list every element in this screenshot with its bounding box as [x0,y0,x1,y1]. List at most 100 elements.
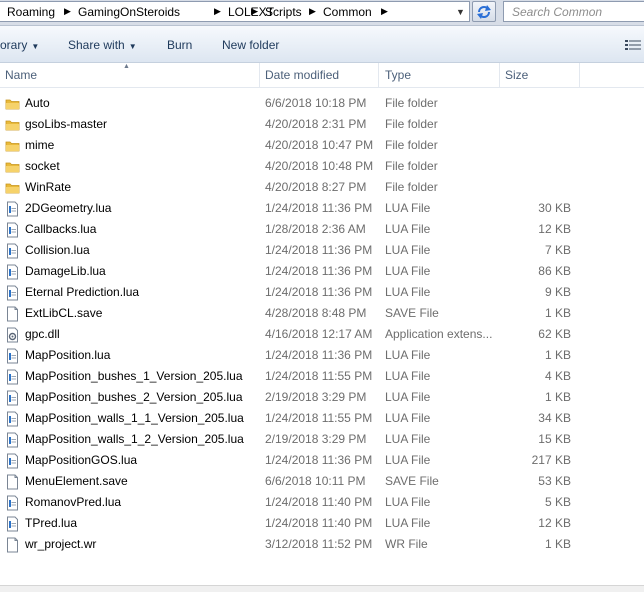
file-date-modified: 2/19/2018 3:29 PM [265,390,367,404]
folder-icon [5,159,20,175]
file-name: Auto [25,96,50,110]
chevron-right-icon[interactable]: ▶ [381,6,388,17]
folder-icon [5,117,20,133]
breadcrumb-scripts[interactable]: Scripts [265,5,302,19]
file-row[interactable]: Collision.lua 1/24/2018 11:36 PM LUA Fil… [0,240,644,261]
column-divider[interactable] [259,63,260,87]
file-type: LUA File [385,390,431,404]
file-date-modified: 1/24/2018 11:40 PM [265,495,373,509]
file-name: socket [25,159,60,173]
column-header-name[interactable]: Name [5,68,37,82]
file-type: LUA File [385,432,431,446]
file-row[interactable]: DamageLib.lua 1/24/2018 11:36 PM LUA Fil… [0,261,644,282]
lua-file-icon [5,222,20,238]
folder-icon [5,96,20,112]
lua-file-icon [5,495,20,511]
file-type: LUA File [385,411,431,425]
file-size: 12 KB [538,222,571,236]
file-name: Eternal Prediction.lua [25,285,140,299]
include-in-library-button[interactable]: orary ▼ [0,38,39,52]
lua-file-icon [5,390,20,406]
lua-file-icon [5,369,20,385]
file-name: mime [25,138,55,152]
file-type: LUA File [385,453,431,467]
file-size: 1 KB [544,306,571,320]
file-row[interactable]: Callbacks.lua 1/28/2018 2:36 AM LUA File… [0,219,644,240]
burn-button[interactable]: Burn [167,38,192,52]
file-type: SAVE File [385,306,439,320]
file-row[interactable]: ExtLibCL.save 4/28/2018 8:48 PM SAVE Fil… [0,303,644,324]
view-options-icon[interactable] [625,39,641,51]
breadcrumb-gamingonsteroids[interactable]: GamingOnSteroids [78,5,180,19]
refresh-button[interactable] [472,1,496,22]
file-date-modified: 4/20/2018 10:47 PM [265,138,374,152]
column-header-type[interactable]: Type [385,68,411,82]
file-date-modified: 1/24/2018 11:36 PM [265,285,373,299]
file-row[interactable]: WinRate 4/20/2018 8:27 PM File folder [0,177,644,198]
file-date-modified: 2/19/2018 3:29 PM [265,432,367,446]
file-row[interactable]: MapPositionGOS.lua 1/24/2018 11:36 PM LU… [0,450,644,471]
lua-file-icon [5,264,20,280]
lua-file-icon [5,432,20,448]
share-with-button[interactable]: Share with ▼ [68,38,137,52]
file-row[interactable]: gpc.dll 4/16/2018 12:17 AM Application e… [0,324,644,345]
file-row[interactable]: MapPosition.lua 1/24/2018 11:36 PM LUA F… [0,345,644,366]
file-row[interactable]: Eternal Prediction.lua 1/24/2018 11:36 P… [0,282,644,303]
file-date-modified: 4/20/2018 8:27 PM [265,180,367,194]
file-size: 15 KB [538,432,571,446]
file-date-modified: 4/28/2018 8:48 PM [265,306,367,320]
refresh-icon [477,5,491,19]
file-name: MapPosition_bushes_2_Version_205.lua [25,390,243,404]
file-row[interactable]: MenuElement.save 6/6/2018 10:11 PM SAVE … [0,471,644,492]
file-row[interactable]: mime 4/20/2018 10:47 PM File folder [0,135,644,156]
column-divider[interactable] [579,63,580,87]
share-with-label: Share with [68,38,125,52]
column-divider[interactable] [499,63,500,87]
file-row[interactable]: MapPosition_walls_1_2_Version_205.lua 2/… [0,429,644,450]
breadcrumb-common[interactable]: Common [323,5,372,19]
new-folder-button[interactable]: New folder [222,38,279,52]
file-type: File folder [385,159,438,173]
chevron-right-icon[interactable]: ▶ [251,6,258,17]
lua-file-icon [5,285,20,301]
column-header-size[interactable]: Size [505,68,528,82]
file-type: LUA File [385,222,431,236]
file-row[interactable]: Auto 6/6/2018 10:18 PM File folder [0,93,644,114]
file-date-modified: 3/12/2018 11:52 PM [265,537,373,551]
address-dropdown-icon[interactable]: ▼ [456,7,465,17]
dll-gear-icon [5,327,20,343]
file-row[interactable]: MapPosition_walls_1_1_Version_205.lua 1/… [0,408,644,429]
column-header-date-modified[interactable]: Date modified [265,68,339,82]
file-date-modified: 1/28/2018 2:36 AM [265,222,366,236]
chevron-right-icon[interactable]: ▶ [214,6,221,17]
file-row[interactable]: MapPosition_bushes_1_Version_205.lua 1/2… [0,366,644,387]
dropdown-arrow-icon: ▼ [128,42,137,51]
file-row[interactable]: RomanovPred.lua 1/24/2018 11:40 PM LUA F… [0,492,644,513]
file-type: LUA File [385,369,431,383]
file-name: MapPositionGOS.lua [25,453,138,467]
chevron-right-icon[interactable]: ▶ [309,6,316,17]
search-box[interactable]: Search Common [503,1,644,22]
file-row[interactable]: MapPosition_bushes_2_Version_205.lua 2/1… [0,387,644,408]
folder-icon [5,180,20,196]
breadcrumb-roaming[interactable]: Roaming [7,5,55,19]
column-divider[interactable] [378,63,379,87]
file-date-modified: 1/24/2018 11:36 PM [265,453,373,467]
file-row[interactable]: wr_project.wr 3/12/2018 11:52 PM WR File… [0,534,644,555]
file-row[interactable]: TPred.lua 1/24/2018 11:40 PM LUA File 12… [0,513,644,534]
file-date-modified: 6/6/2018 10:18 PM [265,96,367,110]
file-row[interactable]: gsoLibs-master 4/20/2018 2:31 PM File fo… [0,114,644,135]
dropdown-arrow-icon: ▼ [31,42,40,51]
file-type: File folder [385,138,438,152]
include-in-library-label: orary [0,38,28,52]
chevron-right-icon[interactable]: ▶ [64,6,71,17]
file-name: MapPosition_walls_1_1_Version_205.lua [25,411,244,425]
breadcrumb[interactable]: Roaming ▶ GamingOnSteroids ▶ LOLEXT ▶ Sc… [0,1,470,22]
file-row[interactable]: 2DGeometry.lua 1/24/2018 11:36 PM LUA Fi… [0,198,644,219]
file-size: 1 KB [544,390,571,404]
file-type: LUA File [385,348,431,362]
file-size: 30 KB [538,201,571,215]
file-name: MapPosition_walls_1_2_Version_205.lua [25,432,244,446]
search-input[interactable]: Search Common [512,5,602,19]
file-row[interactable]: socket 4/20/2018 10:48 PM File folder [0,156,644,177]
